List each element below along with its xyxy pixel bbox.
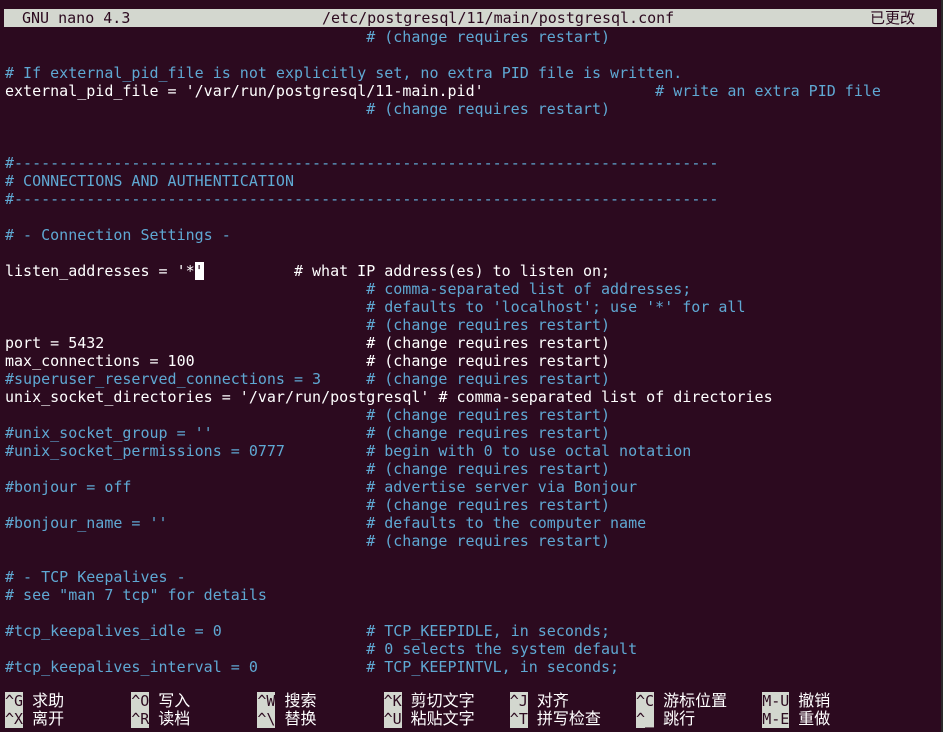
comment-line: # write an extra PID file xyxy=(655,82,881,100)
comment-line: #superuser_reserved_connections = 3 xyxy=(5,370,322,388)
nano-titlebar: GNU nano 4.3 /etc/postgresql/11/main/pos… xyxy=(4,9,937,27)
comment-line: #unix_socket_permissions = 0777 xyxy=(5,442,285,460)
shortcut-item[interactable]: ^J 对齐 xyxy=(509,691,569,710)
comment-line: # - Connection Settings - xyxy=(5,226,231,244)
shortcut-item[interactable]: ^\ 替换 xyxy=(257,710,316,728)
comment-line: # If external_pid_file is not explicitly… xyxy=(5,64,683,82)
shortcut-key: ^O xyxy=(131,692,150,710)
shortcut-item[interactable]: ^G 求助 xyxy=(5,692,64,710)
comment-line: # see "man 7 tcp" for details xyxy=(5,586,267,604)
file-path: /etc/postgresql/11/main/postgresql.conf xyxy=(322,9,675,27)
comment-line: # (change requires restart) xyxy=(366,316,611,334)
shortcut-key: ^X xyxy=(5,710,24,728)
shortcut-label: 剪切文字 xyxy=(410,691,475,710)
shortcut-key: ^_ xyxy=(636,710,655,728)
shortcut-item[interactable]: ^C 游标位置 xyxy=(636,692,727,710)
shortcut-key: M-E xyxy=(762,710,790,728)
shortcut-label: 撤销 xyxy=(798,691,831,710)
shortcut-label: 读档 xyxy=(158,709,191,728)
comment-line: # - TCP Keepalives - xyxy=(5,568,186,586)
comment-line: # (change requires restart) xyxy=(366,424,611,442)
shortcut-label: 跳行 xyxy=(663,709,696,728)
shortcut-label: 离开 xyxy=(32,709,65,728)
shortcut-item[interactable]: ^_ 跳行 xyxy=(636,710,695,728)
comment-line: # advertise server via Bonjour xyxy=(366,478,638,496)
shortcut-key: ^G xyxy=(5,692,24,710)
comment-line: # 0 selects the system default xyxy=(366,640,638,658)
shortcut-label: 求助 xyxy=(32,691,65,710)
shortcut-key: ^U xyxy=(383,710,402,728)
shortcut-item[interactable]: M-U 撤销 xyxy=(762,692,830,710)
shortcut-key: M-U xyxy=(762,692,790,710)
config-line: listen_addresses = '*' # what IP address… xyxy=(5,262,611,280)
comment-line: #---------------------------------------… xyxy=(5,154,719,172)
shortcut-label: 搜索 xyxy=(284,691,317,710)
shortcut-label: 替换 xyxy=(284,709,317,728)
inline-comment: # what IP address(es) to listen on; xyxy=(203,262,611,280)
text-cursor: ' xyxy=(194,262,204,280)
shortcut-label: 拼写检查 xyxy=(536,709,601,728)
comment-line: #bonjour = off xyxy=(5,478,132,496)
comment-line: #---------------------------------------… xyxy=(5,190,719,208)
comment-line: # TCP_KEEPIDLE, in seconds; xyxy=(366,622,611,640)
comment-line: # begin with 0 to use octal notation xyxy=(366,442,692,460)
shortcut-item[interactable]: ^T 拼写检查 xyxy=(509,709,601,728)
comment-line: # comma-separated list of addresses; xyxy=(366,280,692,298)
shortcut-label: 重做 xyxy=(798,709,831,728)
shortcut-key: ^K xyxy=(383,692,402,710)
comment-line: # (change requires restart) xyxy=(366,460,611,478)
inline-comment: # (change requires restart) xyxy=(366,334,611,352)
comment-line: # (change requires restart) xyxy=(366,532,611,550)
shortcut-label: 写入 xyxy=(158,691,191,710)
comment-line: #unix_socket_group = '' xyxy=(5,424,213,442)
comment-line: # defaults to the computer name xyxy=(366,514,647,532)
comment-line: # (change requires restart) xyxy=(366,496,611,514)
shortcut-item[interactable]: ^W 搜索 xyxy=(257,692,316,710)
shortcut-key: ^J xyxy=(509,692,528,710)
comment-line: #tcp_keepalives_interval = 0 xyxy=(5,658,258,676)
shortcut-item[interactable]: ^U 粘贴文字 xyxy=(383,709,475,728)
config-line: port = 5432 xyxy=(5,334,105,352)
inline-comment: # (change requires restart) xyxy=(366,352,611,370)
shortcut-item[interactable]: ^X 离开 xyxy=(5,710,64,728)
shortcut-label: 对齐 xyxy=(536,691,569,710)
comment-line: #bonjour_name = '' xyxy=(5,514,168,532)
shortcut-item[interactable]: ^O 写入 xyxy=(131,692,190,710)
shortcut-bar: ^G 求助 ^O 写入 ^W 搜索 ^K 剪切文字 ^J 对齐 ^C 游标位置 M-U 撤销 ^X 离开 ^R 读… xyxy=(5,692,935,732)
shortcut-key: ^T xyxy=(509,710,528,728)
comment-line: #tcp_keepalives_idle = 0 xyxy=(5,622,222,640)
comment-line: # defaults to 'localhost'; use '*' for a… xyxy=(366,298,746,316)
terminal-window: GNU nano 4.3 /etc/postgresql/11/main/pos… xyxy=(0,0,943,732)
comment-line: # TCP_KEEPINTVL, in seconds; xyxy=(366,658,620,676)
shortcut-item[interactable]: ^K 剪切文字 xyxy=(383,691,475,710)
comment-line: # (change requires restart) xyxy=(366,28,611,46)
modified-status: 已更改 xyxy=(869,9,915,27)
config-line: max_connections = 100 xyxy=(5,352,195,370)
comment-line: # CONNECTIONS AND AUTHENTICATION xyxy=(5,172,294,190)
app-name: GNU nano 4.3 xyxy=(22,9,131,27)
comment-line: # (change requires restart) xyxy=(366,100,611,118)
shortcut-label: 游标位置 xyxy=(663,691,728,710)
comment-line: # (change requires restart) xyxy=(366,406,611,424)
comment-line: # (change requires restart) xyxy=(366,370,611,388)
config-line: external_pid_file = '/var/run/postgresql… xyxy=(5,82,484,100)
shortcut-item[interactable]: M-E 重做 xyxy=(762,710,830,728)
shortcut-item[interactable]: ^R 读档 xyxy=(131,710,190,728)
shortcut-key: ^R xyxy=(131,710,150,728)
shortcut-label: 粘贴文字 xyxy=(410,709,475,728)
config-line: unix_socket_directories = '/var/run/post… xyxy=(5,388,773,406)
shortcut-key: ^C xyxy=(636,692,655,710)
shortcut-key: ^\ xyxy=(257,710,276,728)
shortcut-key: ^W xyxy=(257,692,276,710)
